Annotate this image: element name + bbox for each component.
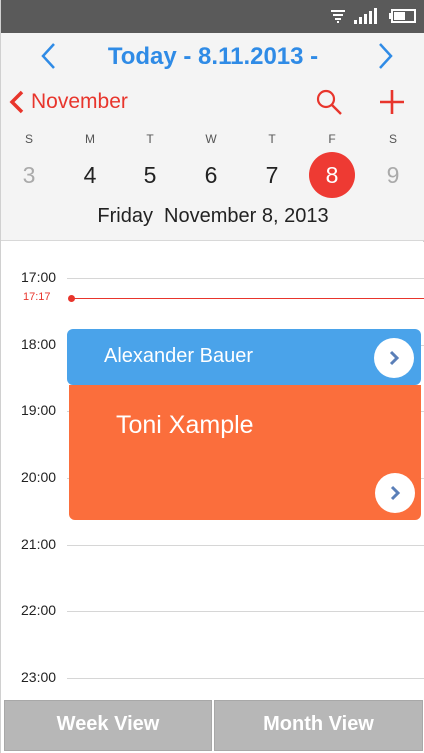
day-6[interactable]: 6	[189, 155, 233, 199]
month-view-button[interactable]: Month View	[214, 700, 423, 751]
view-switcher: Week View Month View	[1, 700, 424, 753]
weekday-letters: S M T W T F S	[1, 132, 424, 148]
status-bar	[1, 0, 424, 33]
page-title[interactable]: Today - 8.11.2013 -	[1, 43, 424, 71]
hour-label: 22:00	[21, 602, 57, 618]
event-title: Alexander Bauer	[104, 345, 253, 367]
weekday-letter: S	[388, 132, 397, 146]
hour-label: 23:00	[21, 669, 57, 685]
hour-label: 19:00	[21, 402, 57, 418]
hour-row: 22:00	[1, 602, 424, 618]
event-alexander-bauer[interactable]: Alexander Bauer	[67, 329, 421, 385]
day-numbers: 3 4 5 6 7 8 9	[1, 152, 424, 198]
chevron-right-icon	[389, 350, 400, 366]
week-view-button[interactable]: Week View	[4, 700, 212, 751]
hour-divider	[67, 611, 424, 612]
current-time-indicator: 17:17	[1, 291, 424, 303]
hour-divider	[67, 545, 424, 546]
day-8-selected[interactable]: 8	[309, 152, 355, 198]
chevron-right-icon[interactable]	[369, 41, 399, 71]
weekday-letter: T	[146, 132, 154, 146]
day-9[interactable]: 9	[371, 155, 415, 199]
weekday-letter: T	[268, 132, 276, 146]
chevron-left-icon	[9, 90, 24, 114]
day-3[interactable]: 3	[7, 155, 51, 199]
selected-date-label: Friday November 8, 2013	[97, 205, 329, 227]
current-time-line	[71, 298, 424, 299]
app-screen: Today - 8.11.2013 - November S M T W T F…	[0, 0, 424, 753]
week-strip: S M T W T F S 3 4 5 6 7 8 9 Friday Novem…	[1, 125, 424, 241]
wifi-icon	[331, 10, 345, 23]
day-7[interactable]: 7	[250, 155, 294, 199]
chevron-right-icon	[390, 485, 401, 501]
hour-row: 17:00	[1, 269, 424, 285]
battery-icon	[389, 9, 416, 23]
day-timeline[interactable]: 17:00 17:17 18:00 19:00 20:00 21:00 22:0…	[1, 242, 424, 700]
weekday-letter: F	[328, 132, 336, 146]
signal-icon	[354, 8, 377, 24]
hour-divider	[67, 678, 424, 679]
hour-row: 23:00	[1, 669, 424, 685]
hour-label: 17:00	[21, 269, 57, 285]
hour-label: 20:00	[21, 469, 57, 485]
event-title: Toni Xample	[116, 411, 254, 439]
current-time-dot	[68, 295, 75, 302]
day-5[interactable]: 5	[128, 155, 172, 199]
hour-divider	[67, 278, 424, 279]
current-time-label: 17:17	[23, 291, 51, 303]
hour-label: 18:00	[21, 336, 57, 352]
weekday-letter: S	[24, 132, 33, 146]
event-detail-button[interactable]	[374, 338, 414, 378]
weekday-letter: W	[205, 132, 217, 146]
month-bar: November	[1, 79, 424, 125]
hour-row: 21:00	[1, 536, 424, 552]
back-month-label: November	[31, 90, 128, 113]
weekday-letter: M	[85, 132, 95, 146]
plus-icon[interactable]	[377, 87, 407, 117]
back-to-month-button[interactable]: November	[9, 89, 128, 115]
event-toni-xample[interactable]: Toni Xample	[69, 385, 421, 520]
hour-label: 21:00	[21, 536, 57, 552]
day-4[interactable]: 4	[68, 155, 112, 199]
search-icon[interactable]	[315, 88, 343, 116]
event-detail-button[interactable]	[375, 473, 415, 513]
date-header: Today - 8.11.2013 -	[1, 33, 424, 79]
